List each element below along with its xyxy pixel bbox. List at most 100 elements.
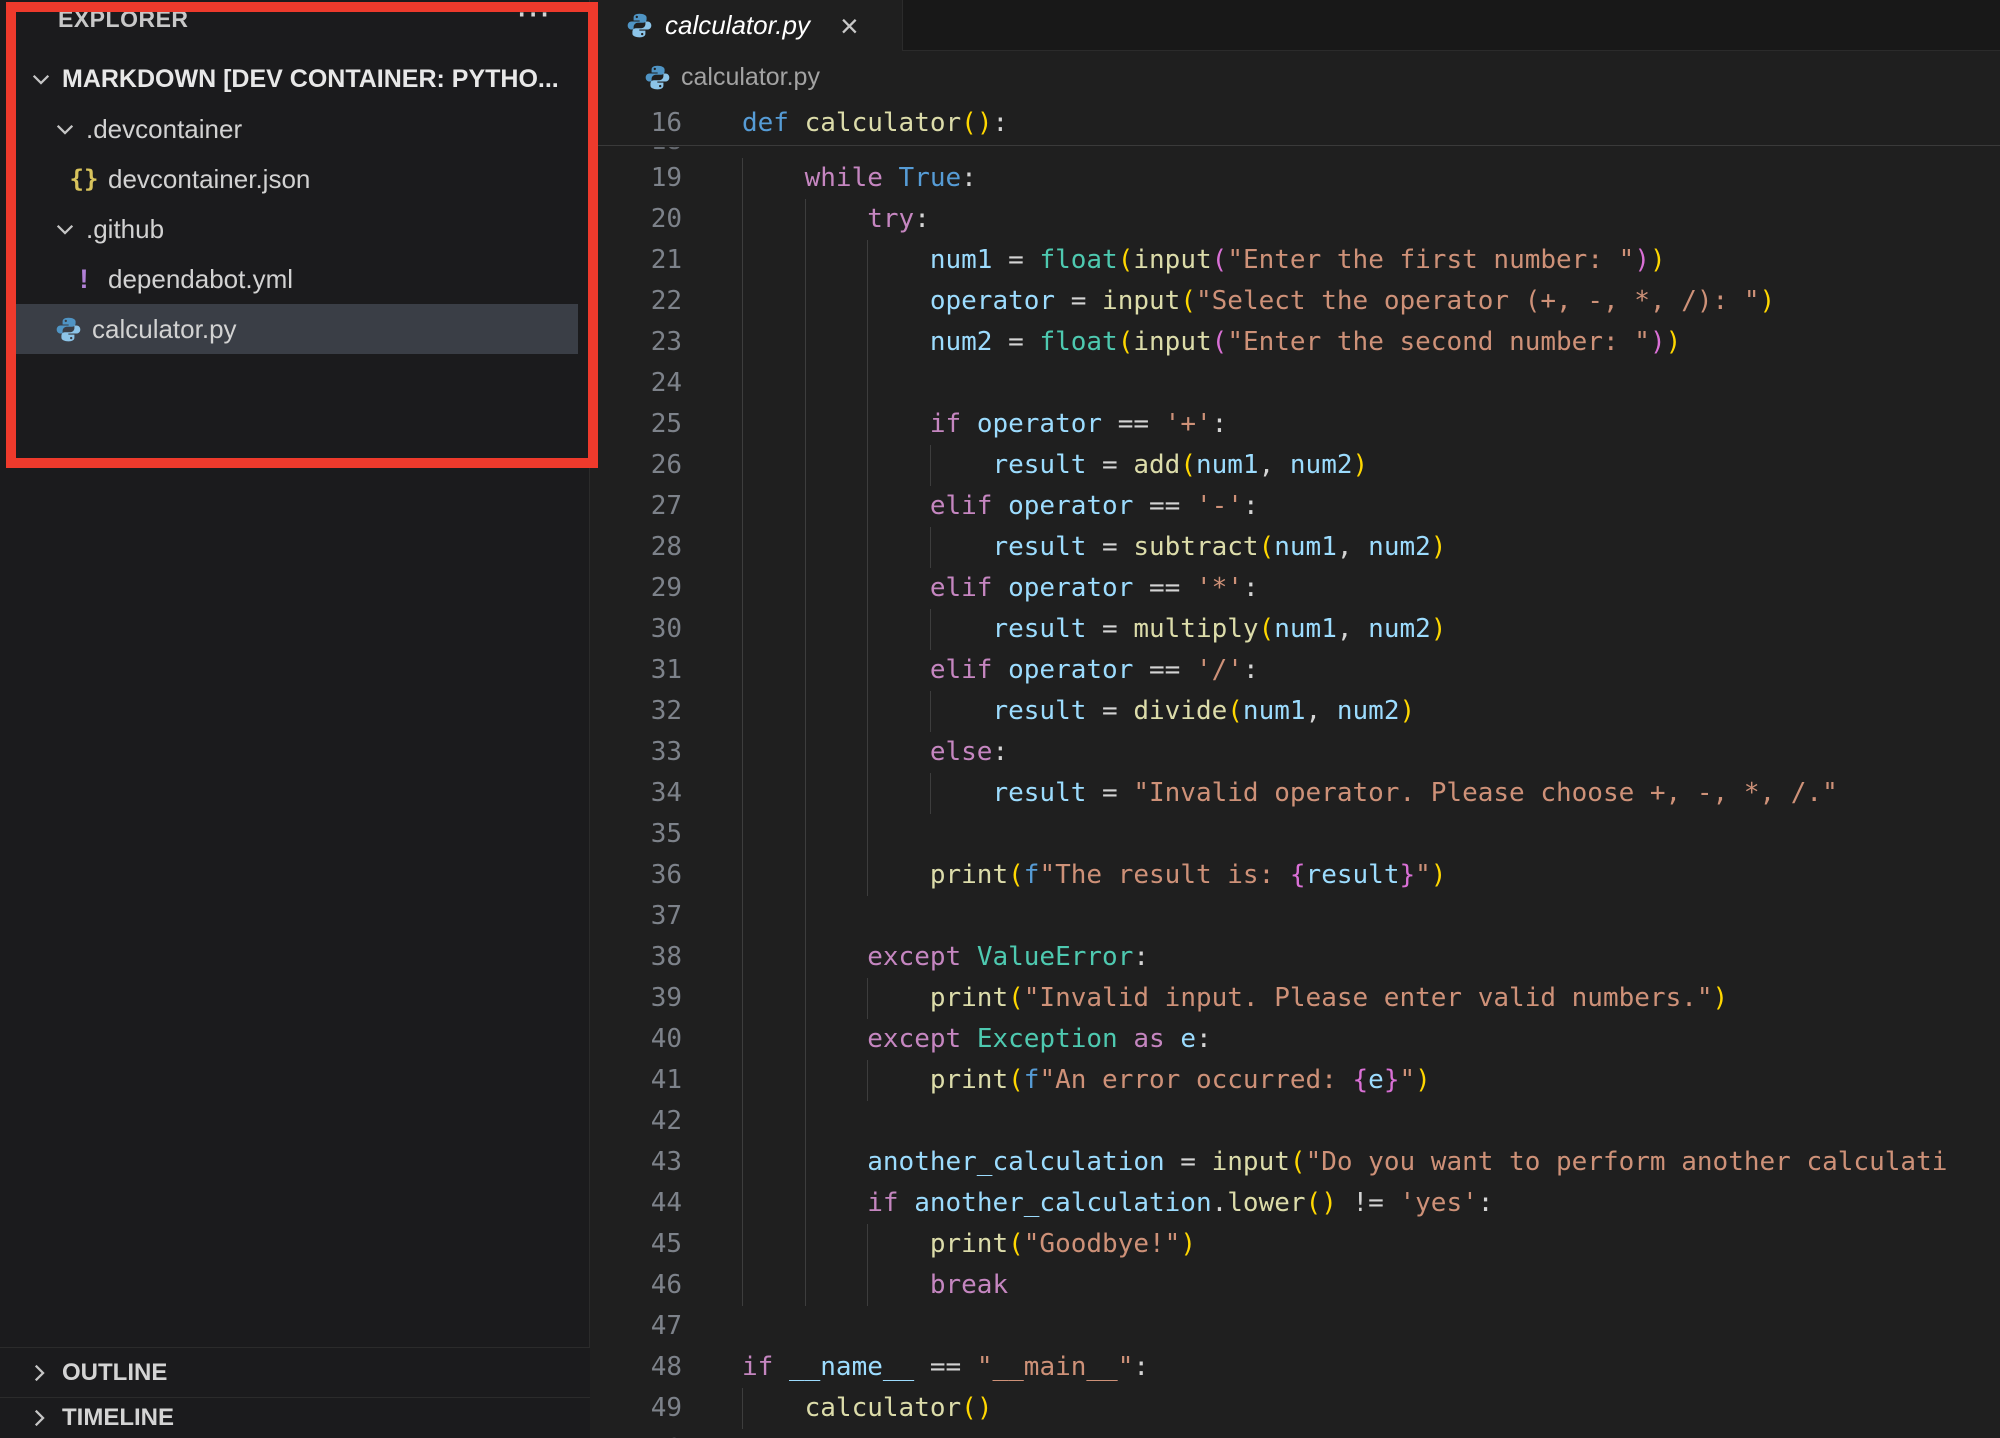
line-number[interactable]: 29 (590, 568, 682, 609)
breadcrumb-item[interactable]: calculator.py (681, 63, 820, 92)
code-line-33[interactable]: 33 else: (590, 732, 2000, 773)
line-number[interactable]: 38 (590, 937, 682, 978)
line-number[interactable]: 47 (590, 1306, 682, 1347)
tree-item-markdown-dev-container-pytho...[interactable]: MARKDOWN [DEV CONTAINER: PYTHO... (16, 54, 578, 104)
code-line-content[interactable] (742, 1306, 2000, 1347)
tree-item-devcontainer.json[interactable]: {}devcontainer.json (16, 154, 578, 204)
code-line-26[interactable]: 26 result = add(num1, num2) (590, 445, 2000, 486)
line-number[interactable]: 44 (590, 1183, 682, 1224)
code-line-25[interactable]: 25 if operator == '+': (590, 404, 2000, 445)
line-number[interactable]: 41 (590, 1060, 682, 1101)
code-line-content[interactable]: result = multiply(num1, num2) (742, 609, 2000, 650)
code-line-37[interactable]: 37 (590, 896, 2000, 937)
code-line-content[interactable]: calculator() (742, 1388, 2000, 1429)
code-editor[interactable]: 19 while True:20 try:21 num1 = float(inp… (590, 158, 2000, 1438)
code-line-content[interactable]: print("Goodbye!") (742, 1224, 2000, 1265)
code-line-content[interactable]: else: (742, 732, 2000, 773)
code-line-content[interactable] (742, 363, 2000, 404)
line-number[interactable]: 42 (590, 1101, 682, 1142)
code-line-38[interactable]: 38 except ValueError: (590, 937, 2000, 978)
code-line-50[interactable]: 50 (590, 1429, 2000, 1438)
line-number[interactable]: 40 (590, 1019, 682, 1060)
code-line-46[interactable]: 46 break (590, 1265, 2000, 1306)
code-line-content[interactable]: except Exception as e: (742, 1019, 2000, 1060)
line-number[interactable]: 49 (590, 1388, 682, 1429)
line-number[interactable]: 33 (590, 732, 682, 773)
line-number[interactable]: 26 (590, 445, 682, 486)
code-line-content[interactable]: except ValueError: (742, 937, 2000, 978)
tree-item-dependabot.yml[interactable]: !dependabot.yml (16, 254, 578, 304)
line-number[interactable]: 37 (590, 896, 682, 937)
code-line-content[interactable]: break (742, 1265, 2000, 1306)
code-line-48[interactable]: 48 if __name__ == "__main__": (590, 1347, 2000, 1388)
code-line-42[interactable]: 42 (590, 1101, 2000, 1142)
line-number[interactable]: 28 (590, 527, 682, 568)
code-line-40[interactable]: 40 except Exception as e: (590, 1019, 2000, 1060)
tree-item-.devcontainer[interactable]: .devcontainer (16, 104, 578, 154)
line-number[interactable]: 43 (590, 1142, 682, 1183)
line-number[interactable]: 34 (590, 773, 682, 814)
line-number[interactable]: 36 (590, 855, 682, 896)
code-line-content[interactable]: another_calculation = input("Do you want… (742, 1142, 2000, 1183)
code-line-30[interactable]: 30 result = multiply(num1, num2) (590, 609, 2000, 650)
outline-section-header[interactable]: OUTLINE (0, 1347, 590, 1397)
code-line-content[interactable]: result = "Invalid operator. Please choos… (742, 773, 2000, 814)
code-line-content[interactable]: print(f"An error occurred: {e}") (742, 1060, 2000, 1101)
code-line-35[interactable]: 35 (590, 814, 2000, 855)
code-line-21[interactable]: 21 num1 = float(input("Enter the first n… (590, 240, 2000, 281)
line-number[interactable]: 32 (590, 691, 682, 732)
line-number[interactable]: 48 (590, 1347, 682, 1388)
code-line-27[interactable]: 27 elif operator == '-': (590, 486, 2000, 527)
close-icon[interactable]: × (840, 10, 859, 42)
code-line-31[interactable]: 31 elif operator == '/': (590, 650, 2000, 691)
code-line-content[interactable]: result = subtract(num1, num2) (742, 527, 2000, 568)
code-line-16[interactable]: 16def calculator(): (590, 103, 2000, 144)
code-line-23[interactable]: 23 num2 = float(input("Enter the second … (590, 322, 2000, 363)
code-line-41[interactable]: 41 print(f"An error occurred: {e}") (590, 1060, 2000, 1101)
line-number[interactable]: 35 (590, 814, 682, 855)
line-number[interactable]: 45 (590, 1224, 682, 1265)
code-line-content[interactable]: num1 = float(input("Enter the first numb… (742, 240, 2000, 281)
code-line-content[interactable]: if __name__ == "__main__": (742, 1347, 2000, 1388)
code-line-45[interactable]: 45 print("Goodbye!") (590, 1224, 2000, 1265)
code-line-47[interactable]: 47 (590, 1306, 2000, 1347)
code-line-content[interactable]: print(f"The result is: {result}") (742, 855, 2000, 896)
code-line-content[interactable]: result = divide(num1, num2) (742, 691, 2000, 732)
tab-calculator-py[interactable]: calculator.py × (590, 0, 903, 51)
code-line-content[interactable]: try: (742, 199, 2000, 240)
code-line-49[interactable]: 49 calculator() (590, 1388, 2000, 1429)
code-line-39[interactable]: 39 print("Invalid input. Please enter va… (590, 978, 2000, 1019)
code-line-32[interactable]: 32 result = divide(num1, num2) (590, 691, 2000, 732)
code-line-content[interactable] (742, 1429, 2000, 1438)
tree-item-.github[interactable]: .github (16, 204, 578, 254)
timeline-section-header[interactable]: TIMELINE (0, 1397, 590, 1438)
code-line-content[interactable] (742, 896, 2000, 937)
line-number[interactable]: 30 (590, 609, 682, 650)
code-line-content[interactable]: elif operator == '/': (742, 650, 2000, 691)
code-line-19[interactable]: 19 while True: (590, 158, 2000, 199)
line-number[interactable]: 20 (590, 199, 682, 240)
code-line-content[interactable]: print("Invalid input. Please enter valid… (742, 978, 2000, 1019)
code-line-43[interactable]: 43 another_calculation = input("Do you w… (590, 1142, 2000, 1183)
code-line-content[interactable]: result = add(num1, num2) (742, 445, 2000, 486)
code-line-content[interactable] (742, 814, 2000, 855)
line-number[interactable]: 22 (590, 281, 682, 322)
line-number[interactable]: 31 (590, 650, 682, 691)
line-number[interactable]: 27 (590, 486, 682, 527)
code-line-content[interactable]: num2 = float(input("Enter the second num… (742, 322, 2000, 363)
code-line-36[interactable]: 36 print(f"The result is: {result}") (590, 855, 2000, 896)
code-line-content[interactable]: operator = input("Select the operator (+… (742, 281, 2000, 322)
line-number[interactable]: 25 (590, 404, 682, 445)
more-actions-icon[interactable]: ⋯ (516, 0, 552, 34)
code-line-content[interactable]: if operator == '+': (742, 404, 2000, 445)
code-line-22[interactable]: 22 operator = input("Select the operator… (590, 281, 2000, 322)
code-line-content[interactable] (742, 1101, 2000, 1142)
line-number[interactable]: 23 (590, 322, 682, 363)
code-line-content[interactable]: elif operator == '-': (742, 486, 2000, 527)
line-number[interactable]: 46 (590, 1265, 682, 1306)
line-number[interactable]: 16 (590, 103, 682, 144)
code-line-content[interactable]: while True: (742, 158, 2000, 199)
tree-item-calculator.py[interactable]: calculator.py (16, 304, 578, 354)
sticky-scroll-line[interactable]: 16def calculator(): (590, 103, 2000, 146)
code-line-24[interactable]: 24 (590, 363, 2000, 404)
